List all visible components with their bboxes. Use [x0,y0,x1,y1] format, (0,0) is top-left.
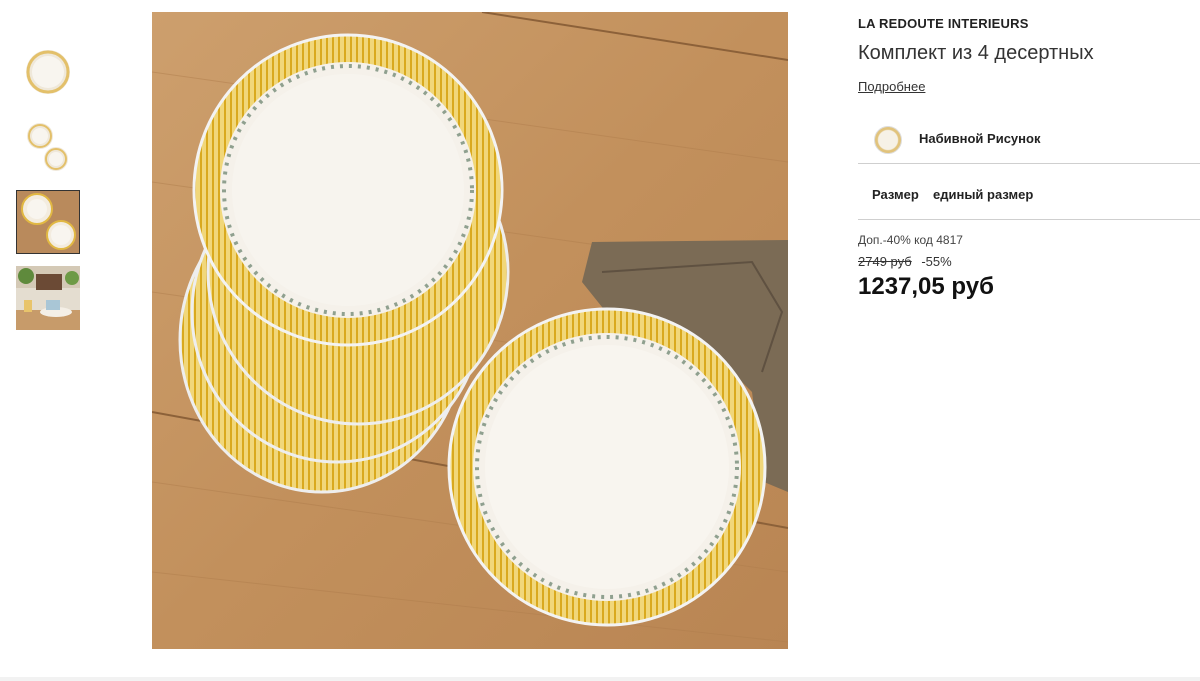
product-page: LA REDOUTE INTERIEURS Комплект из 4 десе… [0,0,1200,681]
size-label: Размер [872,187,919,202]
brand-name[interactable]: LA REDOUTE INTERIEURS [858,16,1029,31]
color-label: Набивной Рисунок [919,131,1041,146]
plates-two-thumb-image [27,123,68,171]
color-swatch[interactable] [874,126,902,154]
old-price: 2749 руб [858,254,912,269]
old-price-row: 2749 руб -55% [858,254,952,269]
single-plate [447,307,767,627]
plates-stack-thumb-image [17,191,79,253]
plate-thumb-image [26,50,70,94]
thumbnail-plates-two[interactable] [16,114,80,178]
promo-code-text: Доп.-40% код 4817 [858,233,963,247]
discount-badge: -55% [921,254,952,269]
thumbnail-plates-stack[interactable] [16,190,80,254]
more-details-link[interactable]: Подробнее [858,79,925,94]
size-value: единый размер [933,187,1034,202]
thumbnail-plate-single[interactable] [16,40,80,104]
current-price: 1237,05 руб [858,273,994,300]
table-scene-thumb-image [16,266,80,330]
plates-photo [152,12,788,649]
thumbnail-table-scene[interactable] [16,266,80,330]
product-title: Комплект из 4 десертных [858,42,1094,64]
main-product-image[interactable] [152,12,788,649]
color-selector[interactable]: Набивной Рисунок [858,114,1200,164]
size-selector[interactable]: Размер единый размер [858,170,1200,220]
page-bottom-divider [0,677,1200,681]
